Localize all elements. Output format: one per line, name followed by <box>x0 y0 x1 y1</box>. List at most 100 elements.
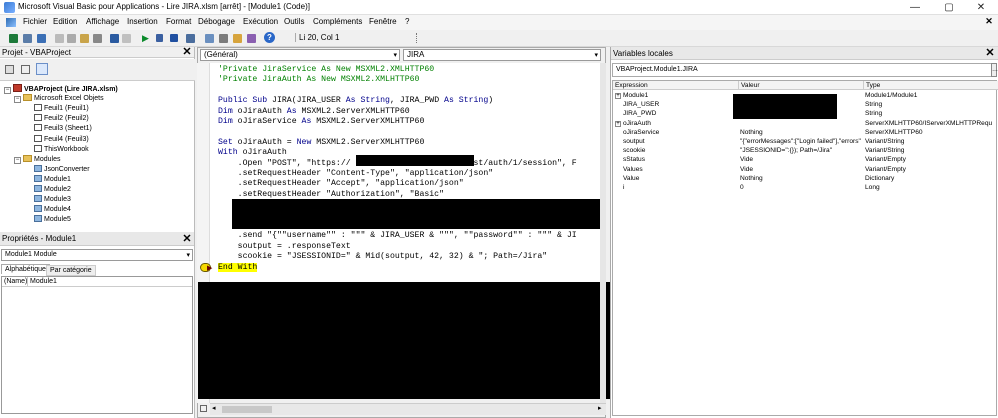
properties-object-select[interactable]: Module1 Module ▾ <box>1 249 193 261</box>
locals-row[interactable]: + oJiraAuth ServerXMLHTTP60/IServerXMLHTTP… <box>613 119 998 128</box>
code-line[interactable]: .send "{""username"" : """ & JIRA_USER &… <box>218 231 577 241</box>
excel-icon[interactable] <box>9 34 18 43</box>
find-icon[interactable] <box>93 34 102 43</box>
save-icon[interactable] <box>37 34 46 43</box>
collapse-icon[interactable]: − <box>14 156 21 164</box>
procedure-combo[interactable]: JIRA ▾ <box>403 49 601 61</box>
call-stack-button[interactable]: … <box>991 63 998 77</box>
locals-row[interactable]: Values Vide Variant/Empty <box>613 165 998 174</box>
copy-icon[interactable] <box>67 34 76 43</box>
tree-item[interactable]: Module4 <box>34 205 71 214</box>
tree-item[interactable]: Feuil1 (Feuil1) <box>34 104 89 113</box>
project-close-icon[interactable]: ✕ <box>182 47 192 58</box>
object-browser-icon[interactable] <box>233 34 242 43</box>
pause-icon[interactable] <box>156 34 163 42</box>
expand-icon[interactable]: + <box>615 120 621 127</box>
code-keyword: New <box>296 137 317 147</box>
redo-icon[interactable] <box>122 34 131 43</box>
code-line[interactable]: Dim oJiraService As MSXML2.ServerXMLHTTP… <box>218 117 424 127</box>
run-icon[interactable]: ▶ <box>142 33 149 44</box>
locals-row[interactable]: oJiraService Nothing ServerXMLHTTP60 <box>613 128 998 137</box>
menu-edition[interactable]: Edition <box>53 17 77 26</box>
code-horizontal-scrollbar[interactable]: ◂ ▸ <box>210 403 606 415</box>
code-line[interactable]: With oJiraAuth <box>218 148 287 158</box>
help-icon[interactable]: ? <box>264 32 275 43</box>
locals-row[interactable]: scookie "JSESSIONID=":{}); Path=/Jira" Var… <box>613 146 998 155</box>
tab-alphabetique[interactable]: Alphabétique <box>1 264 50 274</box>
scrollbar-thumb[interactable] <box>222 406 272 413</box>
toolbox-icon[interactable] <box>247 34 256 43</box>
menu-fichier[interactable]: Fichier <box>23 17 47 26</box>
locals-row[interactable]: i 0 Long <box>613 183 998 192</box>
locals-row[interactable]: Value Nothing Dictionary <box>613 174 998 183</box>
collapse-icon[interactable]: − <box>14 96 21 104</box>
code-line[interactable]: soutput = .responseText <box>218 242 351 252</box>
scroll-left-icon[interactable]: ◂ <box>212 404 216 412</box>
cut-icon[interactable] <box>55 34 64 43</box>
tree-item[interactable]: Module1 <box>34 174 71 184</box>
minimize-button[interactable]: — <box>898 0 932 15</box>
tree-item[interactable]: − VBAProject (Lire JIRA.xlsm) <box>4 84 118 94</box>
tree-item[interactable]: ThisWorkbook <box>34 144 89 154</box>
restore-button[interactable]: ▢ <box>932 0 966 15</box>
project-toolbar <box>0 59 195 81</box>
design-mode-icon[interactable] <box>186 34 195 43</box>
menu-fenetre[interactable]: Fenêtre <box>369 17 397 26</box>
tree-item[interactable]: JsonConverter <box>34 164 90 174</box>
code-line[interactable]: 'Private JiraAuth As New MSXML2.XMLHTTP6… <box>218 75 419 85</box>
procedure-view-icon[interactable] <box>200 405 207 412</box>
code-line[interactable]: Dim oJiraAuth As MSXML2.ServerXMLHTTP60 <box>218 107 410 117</box>
close-button[interactable]: ✕ <box>964 0 998 15</box>
code-vertical-scrollbar[interactable] <box>600 63 606 403</box>
code-line[interactable]: Set oJiraAuth = New MSXML2.ServerXMLHTTP… <box>218 138 424 148</box>
locals-row[interactable]: sStatus Vide Variant/Empty <box>613 155 998 164</box>
menu-affichage[interactable]: Affichage <box>86 17 119 26</box>
code-line[interactable]: Public Sub JIRA(JIRA_USER As String, JIR… <box>218 96 493 106</box>
toolbar-grip[interactable] <box>416 33 422 43</box>
code-line[interactable]: scookie = "JSESSIONID=" & Mid(soutput, 4… <box>218 252 548 262</box>
properties-window-icon[interactable] <box>219 34 228 43</box>
menu-help[interactable]: ? <box>405 17 409 26</box>
menu-complements[interactable]: Compléments <box>313 17 362 26</box>
vba-menu-icon[interactable] <box>6 18 16 27</box>
code-line[interactable]: End With <box>218 262 258 273</box>
collapse-icon[interactable]: − <box>4 87 11 94</box>
paste-icon[interactable] <box>80 34 89 43</box>
scroll-right-icon[interactable]: ▸ <box>598 404 602 412</box>
tree-item[interactable]: Feuil2 (Feuil2) <box>34 114 89 123</box>
header-type[interactable]: Type <box>863 81 998 90</box>
tree-item[interactable]: Feuil3 (Sheet1) <box>34 124 92 133</box>
view-code-icon[interactable] <box>5 65 14 74</box>
header-valeur[interactable]: Valeur <box>738 81 863 90</box>
view-object-icon[interactable] <box>21 65 30 74</box>
tree-item[interactable]: Module2 <box>34 185 71 194</box>
toggle-folders-icon[interactable] <box>36 63 48 75</box>
tab-par-categorie[interactable]: Par catégorie <box>46 265 96 276</box>
tree-item[interactable]: Module3 <box>34 195 71 204</box>
insert-userform-icon[interactable] <box>23 34 32 43</box>
undo-icon[interactable] <box>110 34 119 43</box>
tree-item[interactable]: − Modules <box>14 154 60 164</box>
menu-execution[interactable]: Exécution <box>243 17 278 26</box>
code-line[interactable]: .setRequestHeader "Content-Type", "appli… <box>218 169 494 179</box>
reset-icon[interactable] <box>170 34 178 42</box>
tree-item[interactable]: − Microsoft Excel Objets <box>14 94 104 104</box>
code-line[interactable]: 'Private JiraService As New MSXML2.XMLHT… <box>218 65 434 75</box>
header-expression[interactable]: Expression <box>615 81 735 90</box>
locals-row[interactable]: soutput "{"errorMessages":["Login failed"… <box>613 137 998 146</box>
menu-outils[interactable]: Outils <box>284 17 304 26</box>
menu-format[interactable]: Format <box>166 17 191 26</box>
properties-close-icon[interactable]: ✕ <box>182 234 192 245</box>
property-row[interactable]: (Name) Module1 <box>2 277 192 287</box>
locals-close-icon[interactable]: ✕ <box>985 48 995 59</box>
tree-item[interactable]: Feuil4 (Feuil3) <box>34 134 89 144</box>
menu-insertion[interactable]: Insertion <box>127 17 158 26</box>
menu-bar: Fichier Edition Affichage Insertion Form… <box>0 15 998 30</box>
tree-item[interactable]: Module5 <box>34 215 71 224</box>
project-explorer-icon[interactable] <box>205 34 214 43</box>
code-line[interactable]: .setRequestHeader "Accept", "application… <box>218 179 464 189</box>
object-combo[interactable]: (Général) ▾ <box>200 49 400 61</box>
code-window-close-icon[interactable]: ✕ <box>984 17 994 27</box>
expand-icon[interactable]: + <box>615 93 621 99</box>
menu-debogage[interactable]: Débogage <box>198 17 235 26</box>
